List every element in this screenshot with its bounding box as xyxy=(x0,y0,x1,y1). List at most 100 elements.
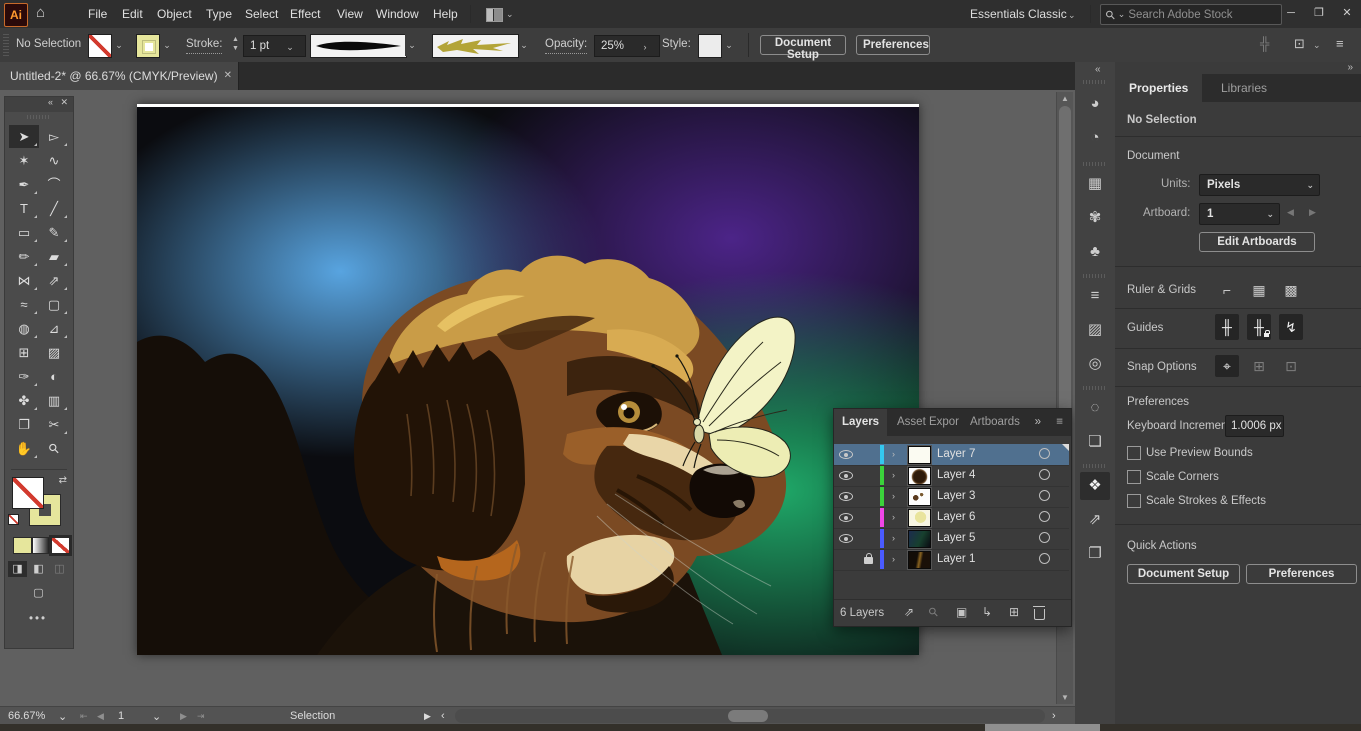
layer-name[interactable]: Layer 3 xyxy=(937,486,975,507)
tool-curvature[interactable]: ⌒ xyxy=(39,173,69,196)
tab-properties[interactable]: Properties xyxy=(1115,74,1202,102)
smart-guides-icon[interactable]: ↯ xyxy=(1279,314,1303,340)
menu-window[interactable]: Window xyxy=(376,0,419,28)
stroke-color-swatch[interactable] xyxy=(136,34,160,58)
layer-target-icon[interactable] xyxy=(1039,511,1050,522)
status-readout[interactable]: Selection xyxy=(290,707,335,725)
layer-name[interactable]: Layer 4 xyxy=(937,465,975,486)
layer-name[interactable]: Layer 7 xyxy=(937,444,975,465)
new-sublayer-icon[interactable]: ↳ xyxy=(982,605,992,619)
tool-hand[interactable]: ✋ xyxy=(9,437,39,460)
artboard-canvas[interactable] xyxy=(137,104,919,655)
color-guide-panel-icon[interactable]: ◔ xyxy=(1080,124,1110,152)
tool-zoom[interactable]: ⚲ xyxy=(39,437,69,460)
document-setup-button[interactable]: Document Setup xyxy=(760,35,846,55)
quick-preferences-button[interactable]: Preferences xyxy=(1246,564,1357,584)
graphic-styles-panel-icon[interactable]: ❏ xyxy=(1080,428,1110,456)
menu-select[interactable]: Select xyxy=(245,0,278,28)
opacity-arrow-icon[interactable]: › xyxy=(638,36,652,58)
layer-thumbnail[interactable] xyxy=(908,467,931,485)
tool-eraser[interactable]: ▰ xyxy=(39,245,69,268)
show-guides-icon[interactable]: ╫ xyxy=(1215,314,1239,340)
color-panel-icon[interactable]: ◕ xyxy=(1080,90,1110,118)
snap-chevron-icon[interactable]: ⌄ xyxy=(1313,40,1321,51)
layer-name[interactable]: Layer 1 xyxy=(937,549,975,570)
tool-mesh[interactable]: ⊞ xyxy=(9,341,39,364)
layer-row-5[interactable]: › Layer 5 xyxy=(834,528,1069,550)
clipping-mask-icon[interactable]: ▣ xyxy=(956,605,967,619)
expand-chevron-icon[interactable]: › xyxy=(892,486,895,507)
tool-direct-selection[interactable]: ▻ xyxy=(39,125,69,148)
preferences-button[interactable]: Preferences xyxy=(856,35,930,55)
controlbar-grip[interactable] xyxy=(3,34,9,56)
layer-name[interactable]: Layer 6 xyxy=(937,507,975,528)
snap-to-grid-icon[interactable]: ⊞ xyxy=(1247,355,1271,377)
snap-to-pixel-icon[interactable]: ⊡ xyxy=(1294,36,1305,52)
show-grid-icon[interactable]: ▦ xyxy=(1247,279,1271,301)
menu-view[interactable]: View xyxy=(337,0,363,28)
layer-row-7[interactable]: › Layer 7 xyxy=(834,444,1069,466)
tool-symbol-sprayer[interactable]: ✤ xyxy=(9,389,39,412)
layer-row-6[interactable]: › Layer 6 xyxy=(834,507,1069,529)
tool-shape-builder[interactable]: ◍ xyxy=(9,317,39,340)
menu-object[interactable]: Object xyxy=(157,0,192,28)
tool-column-graph[interactable]: ▥ xyxy=(39,389,69,412)
layer-row-1[interactable]: › Layer 1 xyxy=(834,549,1069,571)
tool-scale[interactable]: ⇗ xyxy=(39,269,69,292)
menu-type[interactable]: Type xyxy=(206,0,232,28)
brush-definition-well[interactable] xyxy=(432,34,519,58)
expand-chevron-icon[interactable]: › xyxy=(892,528,895,549)
hscroll-left-icon[interactable]: ‹ xyxy=(441,707,445,725)
layer-name[interactable]: Layer 5 xyxy=(937,528,975,549)
fill-chevron-icon[interactable]: ⌄ xyxy=(112,34,126,56)
tools-close-icon[interactable]: ✕ xyxy=(60,97,68,108)
dock-grip[interactable] xyxy=(1083,274,1107,278)
align-icon[interactable]: ╬ xyxy=(1260,36,1269,51)
show-rulers-icon[interactable]: ⌐ xyxy=(1215,279,1239,301)
style-chevron-icon[interactable]: ⌄ xyxy=(722,34,736,56)
prev-artboard-icon[interactable]: ◀ xyxy=(97,707,104,725)
default-fill-stroke-icon[interactable] xyxy=(9,515,18,524)
restore-button[interactable]: ❐ xyxy=(1305,0,1333,26)
menu-help[interactable]: Help xyxy=(433,0,458,28)
units-select[interactable]: Pixels⌄ xyxy=(1199,174,1320,196)
document-tab[interactable]: Untitled-2* @ 66.67% (CMYK/Preview) ✕ xyxy=(0,62,239,90)
tool-reflect[interactable]: ⋈ xyxy=(9,269,39,292)
menu-edit[interactable]: Edit xyxy=(122,0,143,28)
keyboard-increment-field[interactable]: 1.0006 px xyxy=(1225,415,1284,437)
artboard-next-icon[interactable]: ▶ xyxy=(1309,207,1316,218)
tool-gradient[interactable]: ▨ xyxy=(39,341,69,364)
width-profile-chevron-icon[interactable]: ⌄ xyxy=(405,34,419,56)
collect-for-export-icon[interactable]: ⇗ xyxy=(904,605,914,619)
none-mode-swatch[interactable] xyxy=(51,537,70,554)
expand-chevron-icon[interactable]: › xyxy=(892,507,895,528)
layer-thumbnail[interactable] xyxy=(908,446,931,464)
workspace-chevron-icon[interactable]: ⌄ xyxy=(506,9,514,20)
scroll-up-icon[interactable]: ▲ xyxy=(1057,94,1073,103)
layer-thumbnail[interactable] xyxy=(908,530,931,548)
draw-behind-mode-icon[interactable]: ◧ xyxy=(29,561,48,577)
scale-strokes-effects-checkbox[interactable] xyxy=(1127,494,1141,508)
fill-indicator[interactable] xyxy=(12,477,44,509)
stroke-weight-chevron-icon[interactable]: ⌄ xyxy=(283,36,297,58)
dock-grip[interactable] xyxy=(1083,386,1107,390)
home-icon[interactable]: ⌂ xyxy=(36,4,45,21)
tool-slice[interactable]: ✂ xyxy=(39,413,69,436)
tab-libraries[interactable]: Libraries xyxy=(1207,74,1281,102)
scroll-down-icon[interactable]: ▼ xyxy=(1057,693,1073,702)
expand-chevron-icon[interactable]: › xyxy=(892,465,895,486)
toolbar-more-icon[interactable]: ••• xyxy=(29,613,47,625)
artboard-nav-value[interactable]: 1 xyxy=(118,707,124,725)
tool-width[interactable]: ≈ xyxy=(9,293,39,316)
screen-mode-icon[interactable]: ▢ xyxy=(29,585,48,601)
locate-object-icon[interactable]: ⚲ xyxy=(925,604,941,620)
variable-width-profile-well[interactable] xyxy=(310,34,407,58)
new-layer-icon[interactable]: ⊞ xyxy=(1009,605,1019,619)
tab-layers[interactable]: Layers xyxy=(834,409,887,436)
fill-color-swatch[interactable] xyxy=(88,34,112,58)
tools-collapse-icon[interactable]: « xyxy=(48,97,53,107)
stroke-weight-label[interactable]: Stroke: xyxy=(186,37,222,54)
next-artboard-icon[interactable]: ▶ xyxy=(180,707,187,725)
menu-effect[interactable]: Effect xyxy=(290,0,320,28)
layers-menu-icon[interactable]: ≡ xyxy=(1056,409,1063,436)
